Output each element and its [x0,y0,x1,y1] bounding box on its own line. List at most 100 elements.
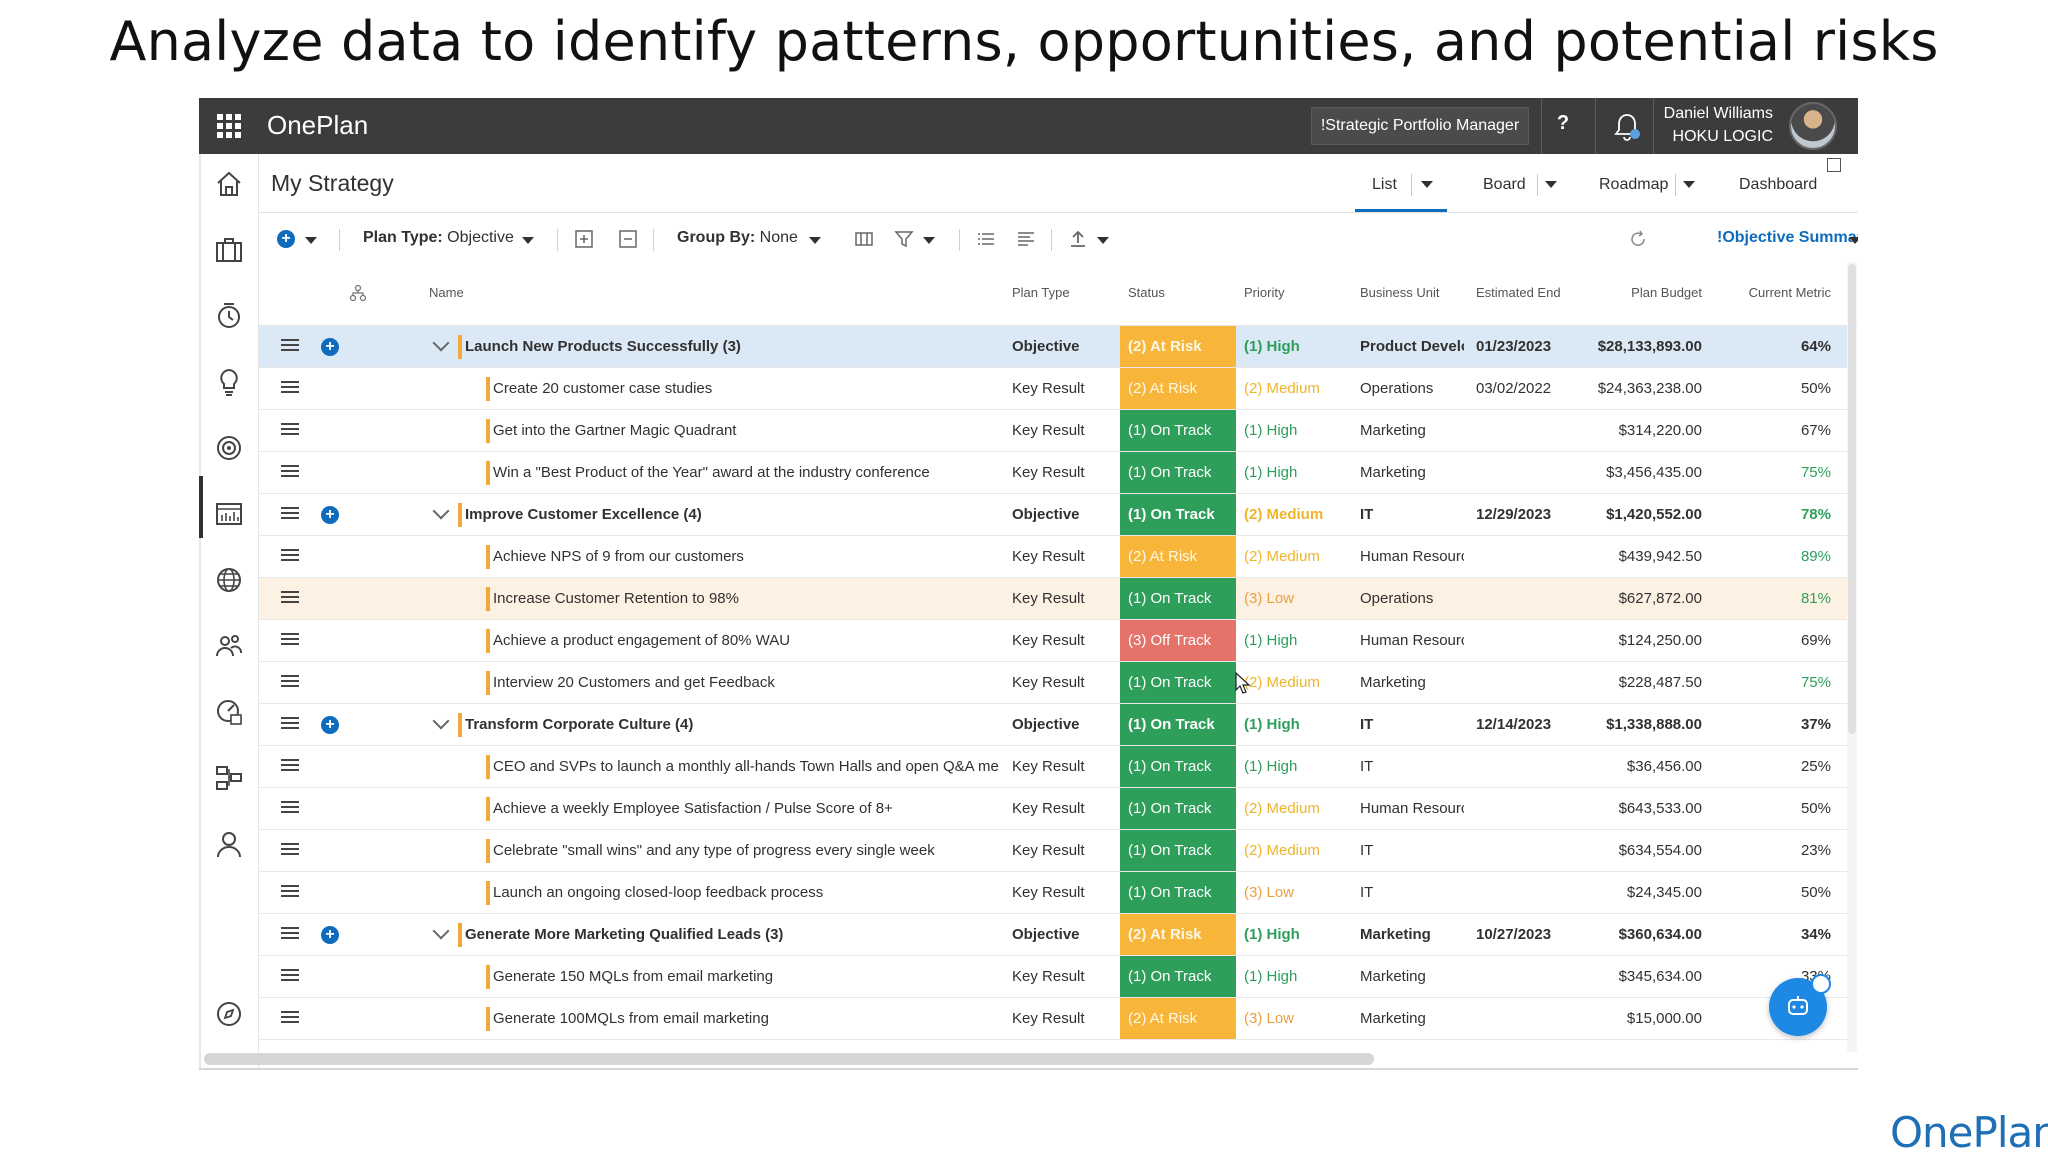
row-menu-icon[interactable] [281,465,299,479]
plan-type-filter[interactable]: Plan Type: Objective [363,229,514,247]
app-name[interactable]: OnePlan [267,110,368,141]
list-view-icon[interactable] [975,228,997,250]
add-key-result-plus-icon[interactable]: + [321,716,339,734]
analytics-gauge-icon[interactable] [213,696,245,728]
item-name[interactable]: Launch an ongoing closed-loop feedback p… [493,872,1011,913]
column-header-status[interactable]: Status [1128,285,1165,300]
collapse-chevron-icon[interactable] [432,334,450,352]
avatar[interactable] [1789,102,1837,150]
group-by-filter[interactable]: Group By: None [677,229,798,247]
key-result-row[interactable]: Launch an ongoing closed-loop feedback p… [259,872,1849,914]
ideas-lightbulb-icon[interactable] [213,366,245,398]
row-menu-icon[interactable] [281,1011,299,1025]
item-name[interactable]: Transform Corporate Culture (4) [465,704,1011,745]
item-name[interactable]: Improve Customer Excellence (4) [465,494,1011,535]
refresh-icon[interactable] [1627,228,1649,250]
key-result-row[interactable]: Interview 20 Customers and get Feedback K… [259,662,1849,704]
column-header-plan-type[interactable]: Plan Type [1012,285,1070,300]
filter-chevron-icon[interactable] [923,237,935,244]
item-name[interactable]: Interview 20 Customers and get Feedback [493,662,1011,703]
chat-power-badge-icon[interactable] [1811,974,1831,994]
item-name[interactable]: Create 20 customer case studies [493,368,1011,409]
row-menu-icon[interactable] [281,927,299,941]
compass-icon[interactable] [213,998,245,1030]
row-menu-icon[interactable] [281,801,299,815]
row-menu-icon[interactable] [281,507,299,521]
column-header-name[interactable]: Name [429,285,464,300]
horizontal-scrollbar[interactable] [204,1053,1374,1065]
home-icon[interactable] [213,168,245,200]
popout-icon[interactable] [1827,158,1841,172]
row-menu-icon[interactable] [281,339,299,353]
key-result-row[interactable]: Achieve a weekly Employee Satisfaction /… [259,788,1849,830]
columns-icon[interactable] [853,228,875,250]
reports-chart-icon[interactable] [213,498,245,530]
key-result-row[interactable]: CEO and SVPs to launch a monthly all-han… [259,746,1849,788]
help-icon[interactable]: ? [1551,112,1575,140]
portfolio-briefcase-icon[interactable] [213,234,245,266]
objective-row[interactable]: + Launch New Products Successfully (3) Obj… [259,326,1849,368]
group-by-chevron-icon[interactable] [809,237,821,244]
add-key-result-plus-icon[interactable]: + [321,506,339,524]
align-icon[interactable] [1015,228,1037,250]
role-selector[interactable]: !Strategic Portfolio Manager [1311,107,1529,145]
key-result-row[interactable]: Celebrate "small wins" and any type of p… [259,830,1849,872]
row-menu-icon[interactable] [281,591,299,605]
key-result-row[interactable]: Create 20 customer case studies Key Resul… [259,368,1849,410]
export-chevron-icon[interactable] [1097,237,1109,244]
tab-dashboard[interactable]: Dashboard [1739,176,1817,194]
timesheet-clock-icon[interactable] [213,300,245,332]
key-result-row[interactable]: Generate 150 MQLs from email marketing Ke… [259,956,1849,998]
tab-list[interactable]: List [1372,176,1397,194]
collapse-chevron-icon[interactable] [432,712,450,730]
key-result-row[interactable]: Increase Customer Retention to 98% Key Re… [259,578,1849,620]
row-menu-icon[interactable] [281,549,299,563]
user-name[interactable]: Daniel Williams [1661,103,1773,125]
item-name[interactable]: Launch New Products Successfully (3) [465,326,1011,367]
key-result-row[interactable]: Achieve a product engagement of 80% WAU K… [259,620,1849,662]
key-result-row[interactable]: Get into the Gartner Magic Quadrant Key R… [259,410,1849,452]
objective-summary-button[interactable]: !Objective Summary [1717,229,1858,247]
row-menu-icon[interactable] [281,717,299,731]
row-menu-icon[interactable] [281,381,299,395]
hierarchy-column-icon[interactable] [349,284,367,302]
add-key-result-plus-icon[interactable]: + [321,338,339,356]
row-menu-icon[interactable] [281,759,299,773]
row-menu-icon[interactable] [281,675,299,689]
resources-people-icon[interactable] [213,630,245,662]
add-item-plus-icon[interactable]: + [277,230,295,248]
roadmap-dropdown-chevron-icon[interactable] [1683,181,1695,188]
item-name[interactable]: Get into the Gartner Magic Quadrant [493,410,1011,451]
item-name[interactable]: CEO and SVPs to launch a monthly all-han… [493,746,1011,787]
item-name[interactable]: Win a "Best Product of the Year" award a… [493,452,1011,493]
hierarchy-icon[interactable] [213,762,245,794]
tab-board[interactable]: Board [1483,176,1526,194]
add-dropdown-chevron-icon[interactable] [305,237,317,244]
strategy-target-icon[interactable] [213,432,245,464]
item-name[interactable]: Achieve a product engagement of 80% WAU [493,620,1011,661]
column-header-current-metric[interactable]: Current Metric [1719,285,1831,300]
collapse-chevron-icon[interactable] [432,922,450,940]
column-header-business-unit[interactable]: Business Unit [1360,285,1439,300]
column-header-estimated-end[interactable]: Estimated End [1476,285,1561,300]
key-result-row[interactable]: Generate 100MQLs from email marketing Key… [259,998,1849,1040]
column-header-plan-budget[interactable]: Plan Budget [1592,285,1702,300]
list-dropdown-chevron-icon[interactable] [1421,181,1433,188]
filter-icon[interactable] [893,228,915,250]
item-name[interactable]: Achieve a weekly Employee Satisfaction /… [493,788,1011,829]
add-key-result-plus-icon[interactable]: + [321,926,339,944]
key-result-row[interactable]: Win a "Best Product of the Year" award a… [259,452,1849,494]
expand-all-icon[interactable] [573,228,595,250]
objective-row[interactable]: + Generate More Marketing Qualified Leads… [259,914,1849,956]
row-menu-icon[interactable] [281,633,299,647]
row-menu-icon[interactable] [281,885,299,899]
user-profile-icon[interactable] [213,828,245,860]
objective-row[interactable]: + Improve Customer Excellence (4) Objectiv… [259,494,1849,536]
globe-icon[interactable] [213,564,245,596]
item-name[interactable]: Increase Customer Retention to 98% [493,578,1011,619]
item-name[interactable]: Generate More Marketing Qualified Leads … [465,914,1011,955]
app-launcher-icon[interactable] [217,114,241,138]
item-name[interactable]: Celebrate "small wins" and any type of p… [493,830,1011,871]
objective-row[interactable]: + Transform Corporate Culture (4) Objectiv… [259,704,1849,746]
tab-roadmap[interactable]: Roadmap [1599,176,1668,194]
